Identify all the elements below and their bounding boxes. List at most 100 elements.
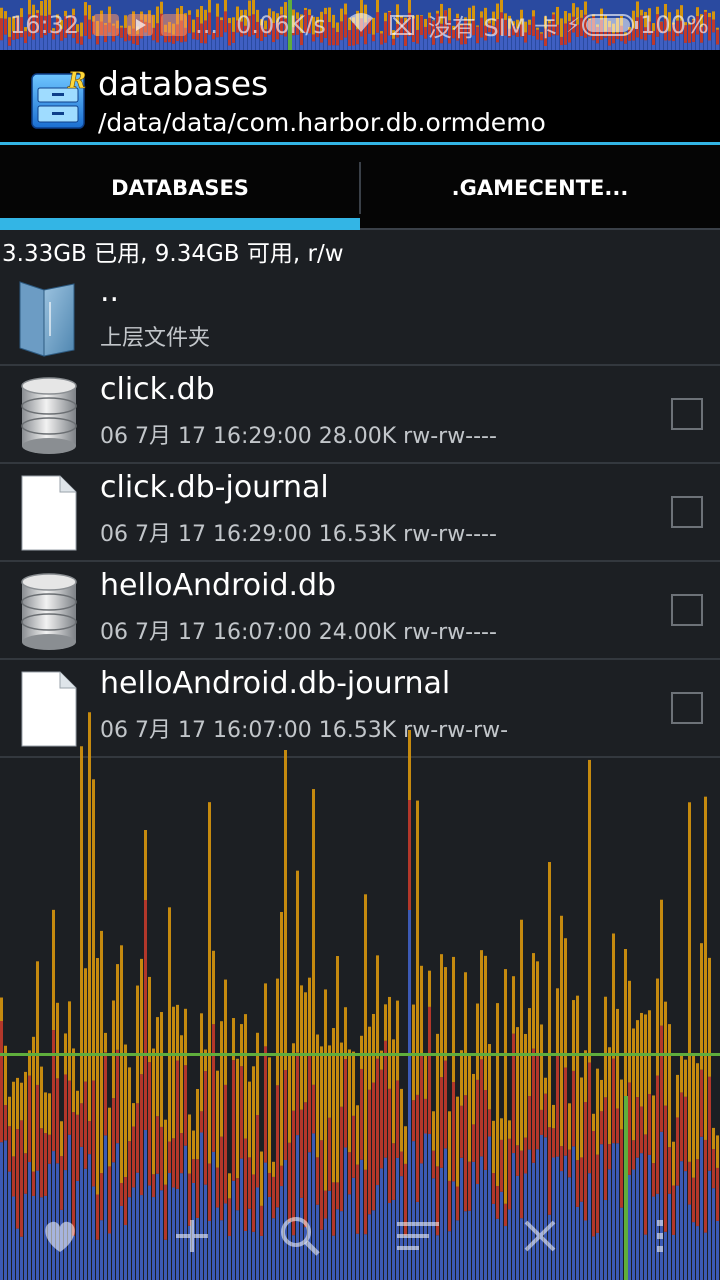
gpu-bar-orange	[268, 1057, 271, 1173]
page-title: databases	[98, 64, 269, 103]
gpu-bar-orange	[484, 955, 487, 1091]
gpu-bar-orange	[148, 976, 151, 1063]
new-button[interactable]	[160, 1208, 224, 1264]
gpu-bar-orange	[136, 985, 139, 1104]
list-item[interactable]: helloAndroid.db 06 7月 17 16:07:00 24.00K…	[0, 562, 720, 660]
gpu-bar-orange	[352, 1051, 355, 1116]
gpu-bar-red	[0, 1021, 3, 1143]
gpu-bar-orange	[344, 1007, 347, 1060]
gpu-bar-orange	[684, 1059, 687, 1097]
sort-button[interactable]	[386, 1208, 450, 1264]
gpu-bar-orange	[588, 759, 591, 1063]
gpu-bar-red	[192, 1159, 195, 1183]
gpu-bar-orange	[620, 1079, 623, 1130]
sim-status: 没有 SIM 卡	[427, 13, 559, 42]
gpu-bar-red	[680, 1092, 683, 1162]
file-meta: 06 7月 17 16:07:00 24.00K rw-rw----	[100, 620, 497, 645]
wifi-icon	[346, 10, 376, 41]
gpu-bar-red	[676, 1117, 679, 1186]
gpu-bar-orange	[372, 1013, 375, 1083]
gpu-bar-orange	[316, 1034, 319, 1158]
gpu-bar-orange	[596, 1068, 599, 1155]
gpu-bar-red	[104, 1052, 107, 1136]
search-button[interactable]	[268, 1208, 332, 1264]
gpu-bar-orange	[624, 949, 627, 1137]
gpu-bar-red	[536, 1055, 539, 1150]
gpu-bar-red	[552, 1128, 555, 1158]
gpu-bar-orange	[576, 995, 579, 1161]
gpu-bar-orange	[704, 796, 707, 1140]
gpu-bar-orange	[440, 954, 443, 1078]
gpu-bar-red	[240, 1066, 243, 1159]
gpu-bar-orange	[288, 1054, 291, 1143]
list-item[interactable]: click.db-journal 06 7月 17 16:29:00 16.53…	[0, 464, 720, 562]
file-select-checkbox[interactable]	[671, 398, 703, 430]
gpu-bar-orange	[600, 1079, 603, 1112]
close-button[interactable]	[508, 1208, 572, 1264]
file-meta: 06 7月 17 16:07:00 16.53K rw-rw-rw-	[100, 718, 509, 743]
gpu-bar-red	[624, 1136, 627, 1183]
gpu-bar-orange	[552, 1104, 555, 1129]
gpu-bar-red	[180, 1133, 183, 1174]
gpu-bar-orange	[656, 978, 659, 1076]
gpu-bar-orange	[432, 1111, 435, 1151]
gpu-bar-orange	[380, 1050, 383, 1070]
gpu-bar-orange	[96, 958, 99, 1195]
gpu-bar-red	[544, 1093, 547, 1138]
gpu-bar-orange	[664, 1001, 667, 1106]
list-item[interactable]: click.db 06 7月 17 16:29:00 28.00K rw-rw-…	[0, 366, 720, 464]
overflow-menu-button[interactable]	[628, 1208, 692, 1264]
gpu-bar-red	[308, 1055, 311, 1153]
gpu-bar-red	[88, 1121, 91, 1155]
gpu-bar-red	[432, 1150, 435, 1179]
tab-databases[interactable]: DATABASES	[0, 145, 360, 230]
gpu-bar-red	[256, 1115, 259, 1188]
gpu-bar-orange	[604, 996, 607, 1098]
gpu-bar-red	[200, 1111, 203, 1133]
gpu-bar-red	[44, 1133, 47, 1196]
gpu-bar-red	[172, 1138, 175, 1188]
gpu-bar-orange	[32, 1036, 35, 1172]
gpu-bar-orange	[568, 1103, 571, 1150]
gpu-bar-red	[476, 1079, 479, 1185]
gpu-bar-orange	[376, 955, 379, 1059]
gpu-bar-orange	[92, 779, 95, 1081]
gpu-bar-red	[68, 1080, 71, 1135]
gpu-bar-orange	[68, 1001, 71, 1081]
gpu-bar-red	[160, 1126, 163, 1191]
current-path: /data/data/com.harbor.db.ormdemo	[98, 108, 546, 137]
gpu-bar-red	[700, 1069, 703, 1137]
gpu-bar-red	[628, 1082, 631, 1175]
file-select-checkbox[interactable]	[671, 692, 703, 724]
gpu-bar-red	[52, 1030, 55, 1152]
gpu-bar-red	[400, 1151, 403, 1177]
list-item-parent-folder[interactable]: .. 上层文件夹	[0, 268, 720, 366]
gpu-bar-orange	[464, 972, 467, 1096]
file-select-checkbox[interactable]	[671, 594, 703, 626]
tab-separator	[359, 162, 361, 214]
svg-text:R: R	[67, 68, 86, 94]
tab-gamecenter[interactable]: .GAMECENTE...	[360, 145, 720, 230]
bookmark-button[interactable]	[28, 1208, 92, 1264]
gpu-bar-red	[452, 1082, 455, 1182]
battery-percent: 100%	[640, 11, 709, 39]
list-item[interactable]: helloAndroid.db-journal 06 7月 17 16:07:0…	[0, 660, 720, 758]
gpu-bar-red	[176, 1060, 179, 1189]
gpu-bar-orange	[700, 943, 703, 1070]
gpu-bar-red	[640, 1106, 643, 1154]
gpu-bar-red	[612, 1058, 615, 1144]
file-list: .. 上层文件夹 click.db 06 7月 17 16:29:00 28.0…	[0, 268, 720, 758]
file-select-checkbox[interactable]	[671, 496, 703, 528]
sort-icon	[397, 1222, 439, 1250]
gpu-bar-red	[488, 1109, 491, 1137]
gpu-bar-orange	[512, 976, 515, 1034]
gpu-bar-orange	[284, 750, 287, 1070]
gpu-bar-orange	[44, 1092, 47, 1134]
notification-app-icon	[93, 14, 120, 36]
gpu-bar-orange	[304, 992, 307, 1103]
gpu-bar-red	[284, 1070, 287, 1160]
gpu-bar-orange	[188, 1114, 191, 1174]
tab-inactive-underline	[360, 228, 720, 230]
gpu-bar-orange	[144, 830, 147, 900]
gpu-bar-red	[424, 1098, 427, 1134]
